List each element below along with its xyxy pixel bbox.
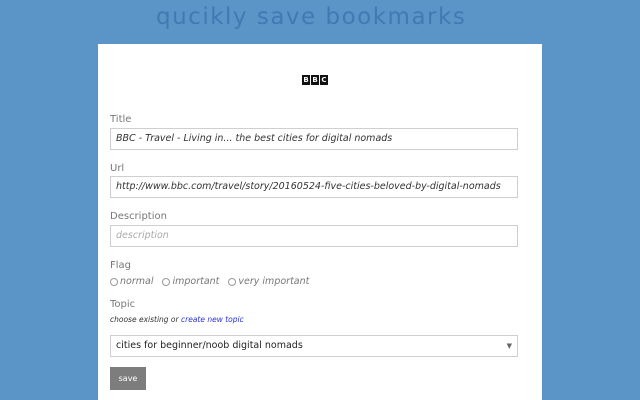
flag-label: Flag (110, 260, 132, 271)
logo-letter-b1: B (302, 75, 310, 85)
logo-letter-c: C (320, 75, 328, 85)
topic-label: Topic (110, 299, 136, 310)
topic-hint-text: choose existing or (110, 315, 179, 324)
description-label: Description (110, 211, 167, 222)
popup-page: qucikly save bookmarks B B C Title BBC -… (0, 0, 640, 400)
bbc-logo: B B C (302, 75, 328, 85)
flag-very-important-label: very important (238, 276, 310, 287)
url-input[interactable]: http://www.bbc.com/travel/story/20160524… (110, 176, 518, 198)
flag-important-label: important (172, 276, 220, 287)
topic-select[interactable]: cities for beginner/noob digital nomads … (110, 335, 518, 357)
radio-very-important[interactable] (228, 277, 237, 286)
create-topic-link[interactable]: create new topic (181, 315, 244, 324)
radio-important[interactable] (162, 277, 171, 286)
topic-hint: choose existing or create new topic (110, 315, 244, 324)
logo-letter-b2: B (311, 75, 319, 85)
url-label: Url (110, 163, 125, 174)
flag-option-important[interactable]: important (162, 276, 219, 287)
title-input[interactable]: BBC - Travel - Living in... the best cit… (110, 128, 518, 150)
title-label: Title (110, 114, 132, 125)
description-input[interactable]: description (110, 225, 518, 247)
radio-normal[interactable] (110, 277, 118, 286)
topic-selected-value: cities for beginner/noob digital nomads (116, 340, 303, 351)
flag-option-very-important[interactable]: very important (228, 276, 309, 287)
bookmark-form-card: B B C Title BBC - Travel - Living in... … (98, 44, 542, 400)
flag-option-normal[interactable]: normal (110, 276, 153, 287)
flag-normal-label: normal (120, 276, 154, 287)
banner-title: qucikly save bookmarks (156, 4, 467, 30)
flag-radio-group: normal important very important (110, 276, 314, 287)
dropdown-arrow-icon: ▼ (506, 342, 512, 350)
save-button[interactable]: save (110, 367, 146, 390)
